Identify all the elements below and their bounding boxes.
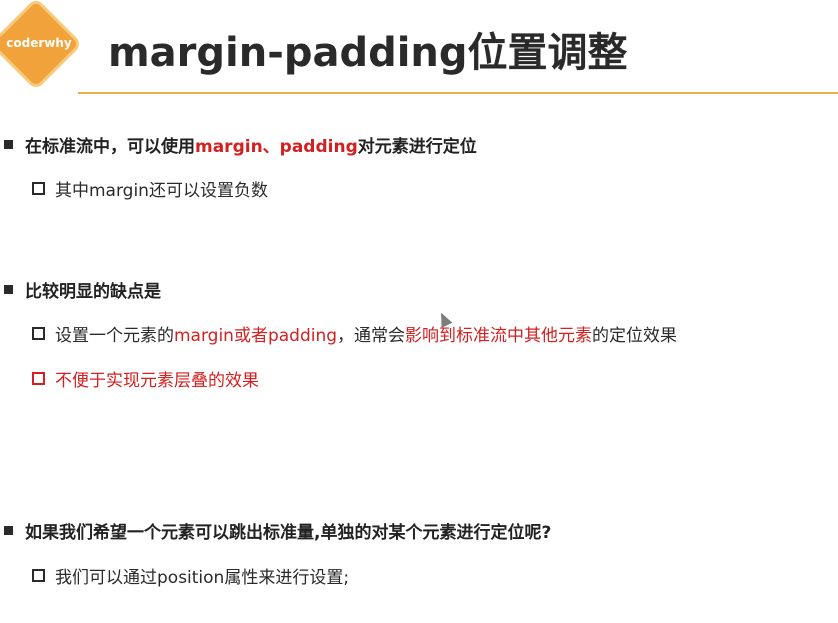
bullet-2-sub-1-text-b: ，通常会 <box>337 326 406 346</box>
bullet-1-sub-1: 其中margin还可以设置负数 <box>32 176 268 201</box>
bullet-2-text: 比较明显的缺点是 <box>25 282 161 302</box>
filled-square-bullet-icon <box>4 140 13 149</box>
hollow-square-bullet-icon <box>32 372 45 385</box>
bullet-3-text: 如果我们希望一个元素可以跳出标准量,单独的对某个元素进行定位呢? <box>25 523 552 543</box>
bullet-2-sub-1: 设置一个元素的 margin或者padding ，通常会 影响到标准流中其他元素… <box>32 321 677 346</box>
bullet-2-sub-2-text: 不便于实现元素层叠的效果 <box>55 371 259 391</box>
bullet-3: 如果我们希望一个元素可以跳出标准量,单独的对某个元素进行定位呢? <box>4 518 551 543</box>
bullet-1-highlight: margin、padding <box>195 137 358 157</box>
bullet-1-text-b: 对元素进行定位 <box>357 137 477 157</box>
bullet-2-sub-1-highlight-a: margin或者padding <box>174 326 338 346</box>
filled-square-bullet-icon <box>4 285 13 294</box>
bullet-1: 在标准流中，可以使用 margin、padding 对元素进行定位 <box>4 132 477 157</box>
hollow-square-bullet-icon <box>32 569 45 582</box>
logo-text: coderwhy <box>6 36 72 50</box>
hollow-square-bullet-icon <box>32 327 45 340</box>
bullet-2-sub-1-text-a: 设置一个元素的 <box>55 326 174 346</box>
filled-square-bullet-icon <box>4 526 13 535</box>
bullet-2-sub-1-highlight-b: 影响到标准流中其他元素 <box>405 326 593 346</box>
bullet-2-sub-1-text-c: 的定位效果 <box>592 326 678 346</box>
title-underline <box>78 92 838 94</box>
bullet-2-sub-2: 不便于实现元素层叠的效果 <box>32 366 259 391</box>
bullet-1-text-a: 在标准流中，可以使用 <box>25 137 195 157</box>
bullet-1-sub-1-text: 其中margin还可以设置负数 <box>55 181 268 201</box>
bullet-3-sub-1: 我们可以通过position属性来进行设置; <box>32 563 349 588</box>
slide-title: margin-padding位置调整 <box>108 30 628 76</box>
bullet-3-sub-1-text: 我们可以通过position属性来进行设置; <box>55 568 350 588</box>
hollow-square-bullet-icon <box>32 182 45 195</box>
bullet-2: 比较明显的缺点是 <box>4 277 161 302</box>
